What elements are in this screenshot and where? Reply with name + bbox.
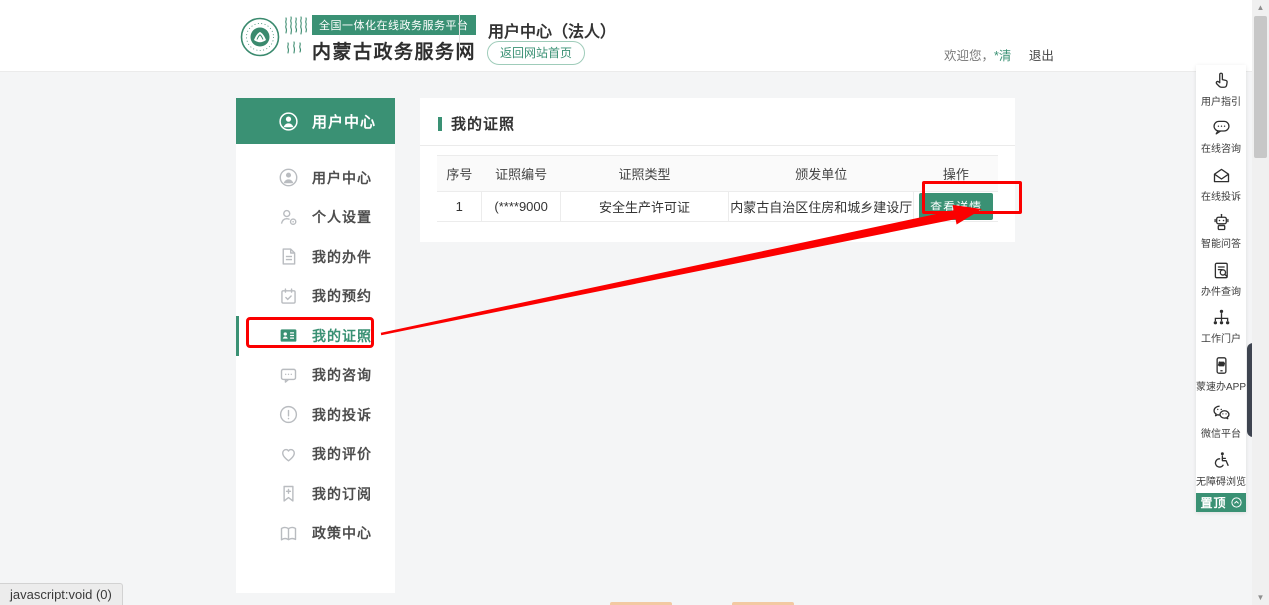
- user-circle-icon: [278, 111, 299, 132]
- certificates-table: 序号 证照编号 证照类型 颁发单位 操作 1 (****9000 安全生产许可证…: [437, 155, 998, 222]
- sitemap-icon: [1211, 307, 1232, 328]
- toolbar-item-smart-qa[interactable]: 智能问答: [1196, 208, 1246, 256]
- section-header: 我的证照: [420, 98, 1015, 146]
- col-header-index: 序号: [437, 156, 482, 192]
- annotation-arrow: [0, 0, 1269, 605]
- sidebar-item-personal-settings[interactable]: 个人设置: [236, 198, 395, 238]
- sidebar-item-my-certificates[interactable]: 我的证照: [236, 316, 395, 356]
- vertical-scrollbar[interactable]: ▲ ▼: [1252, 0, 1269, 605]
- wechat-icon: [1211, 402, 1232, 423]
- heart-icon: [278, 444, 299, 465]
- col-header-cert-type: 证照类型: [560, 156, 728, 192]
- mobile-app-icon: APP: [1211, 355, 1232, 376]
- site-name: 内蒙古政务服务网: [312, 37, 476, 64]
- col-header-issuer: 颁发单位: [729, 156, 914, 192]
- document-search-icon: [1211, 260, 1232, 281]
- site-logo[interactable]: 全国一体化在线政务服务平台 内蒙古政务服务网: [240, 15, 476, 64]
- scrollbar-down-arrow-icon[interactable]: ▼: [1252, 593, 1269, 602]
- cell-cert-type: 安全生产许可证: [560, 192, 728, 222]
- alert-circle-icon: [278, 404, 299, 425]
- sidebar-item-policy-center[interactable]: 政策中心: [236, 514, 395, 554]
- scrollbar-up-arrow-icon[interactable]: ▲: [1252, 3, 1269, 12]
- robot-icon: [1211, 212, 1232, 233]
- sidebar-item-my-complaints[interactable]: 我的投诉: [236, 395, 395, 435]
- col-header-cert-no: 证照编号: [482, 156, 561, 192]
- user-gear-icon: [278, 207, 299, 228]
- main-panel: 我的证照 序号 证照编号 证照类型 颁发单位 操作 1 (****9000 安全…: [420, 98, 1015, 242]
- welcome-prefix: 欢迎您，: [944, 49, 994, 63]
- sidebar-item-my-evaluations[interactable]: 我的评价: [236, 435, 395, 475]
- open-book-icon: [278, 523, 299, 544]
- wheelchair-icon: [1211, 450, 1232, 471]
- cell-action: 查看详情: [914, 192, 998, 222]
- sidebar-item-my-consultations[interactable]: 我的咨询: [236, 356, 395, 396]
- cell-index: 1: [437, 192, 482, 222]
- sidebar-item-user-center[interactable]: 用户中心: [236, 158, 395, 198]
- view-details-button[interactable]: 查看详情: [919, 193, 993, 220]
- id-card-icon: [278, 325, 299, 346]
- toolbar-item-online-consult[interactable]: 在线咨询: [1196, 113, 1246, 161]
- logout-link[interactable]: 退出: [1029, 49, 1054, 63]
- float-toolbar: 用户指引 在线咨询 在线投诉: [1196, 65, 1246, 512]
- cell-issuer: 内蒙古自治区住房和城乡建设厅: [729, 192, 914, 222]
- page-viewport: 全国一体化在线政务服务平台 内蒙古政务服务网 用户中心（法人） 返回网站首页 欢…: [0, 0, 1269, 605]
- header-divider: [459, 14, 460, 58]
- toolbar-item-accessible-browsing[interactable]: 无障碍浏览: [1196, 445, 1246, 493]
- svg-text:APP: APP: [1218, 362, 1224, 366]
- top-header: 全国一体化在线政务服务平台 内蒙古政务服务网 用户中心（法人） 返回网站首页 欢…: [0, 0, 1269, 72]
- circle-chevron-up-icon: [1231, 497, 1242, 508]
- page-title: 用户中心（法人）: [488, 18, 616, 42]
- toolbar-item-user-guide[interactable]: 用户指引: [1196, 65, 1246, 113]
- platform-badge: 全国一体化在线政务服务平台: [312, 15, 476, 35]
- toolbar-item-application-query[interactable]: 办件查询: [1196, 255, 1246, 303]
- section-title: 我的证照: [451, 113, 515, 134]
- scrollbar-thumb[interactable]: [1254, 16, 1267, 158]
- sidebar: 用户中心 用户中心 个人设置: [236, 98, 395, 593]
- cell-cert-no: (****9000: [482, 192, 561, 222]
- chat-dots-icon: [278, 365, 299, 386]
- back-to-top-button[interactable]: 置顶: [1196, 493, 1246, 512]
- mongolian-script: [282, 15, 308, 59]
- government-emblem-icon: [240, 17, 280, 57]
- sidebar-item-my-applications[interactable]: 我的办件: [236, 237, 395, 277]
- table-header-row: 序号 证照编号 证照类型 颁发单位 操作: [437, 156, 998, 192]
- chat-bubble-icon: [1211, 117, 1232, 138]
- link-status-tooltip: javascript:void (0): [0, 583, 123, 605]
- toolbar-item-work-portal[interactable]: 工作门户: [1196, 303, 1246, 351]
- envelope-icon: [1211, 165, 1232, 186]
- brand-block: 全国一体化在线政务服务平台 内蒙古政务服务网: [312, 15, 476, 64]
- sidebar-header-label: 用户中心: [312, 111, 376, 132]
- bookmark-plus-icon: [278, 483, 299, 504]
- hand-pointer-icon: [1211, 70, 1232, 91]
- toolbar-item-online-complaint[interactable]: 在线投诉: [1196, 160, 1246, 208]
- col-header-action: 操作: [914, 156, 998, 192]
- sidebar-item-my-appointments[interactable]: 我的预约: [236, 277, 395, 317]
- sidebar-header: 用户中心: [236, 98, 395, 144]
- sidebar-item-my-subscriptions[interactable]: 我的订阅: [236, 474, 395, 514]
- welcome-text: 欢迎您，*清 退出: [944, 45, 1054, 64]
- calendar-check-icon: [278, 286, 299, 307]
- document-icon: [278, 246, 299, 267]
- table-row: 1 (****9000 安全生产许可证 内蒙古自治区住房和城乡建设厅 查看详情: [437, 192, 998, 222]
- user-circle-icon: [278, 167, 299, 188]
- toolbar-item-wechat-platform[interactable]: 微信平台: [1196, 398, 1246, 446]
- section-accent-bar: [438, 117, 442, 131]
- toolbar-item-mengsuban-app[interactable]: APP 蒙速办APP: [1196, 350, 1246, 398]
- username: *清: [994, 49, 1011, 63]
- sidebar-menu: 用户中心 个人设置 我的办件: [236, 144, 395, 553]
- back-home-button[interactable]: 返回网站首页: [487, 41, 585, 65]
